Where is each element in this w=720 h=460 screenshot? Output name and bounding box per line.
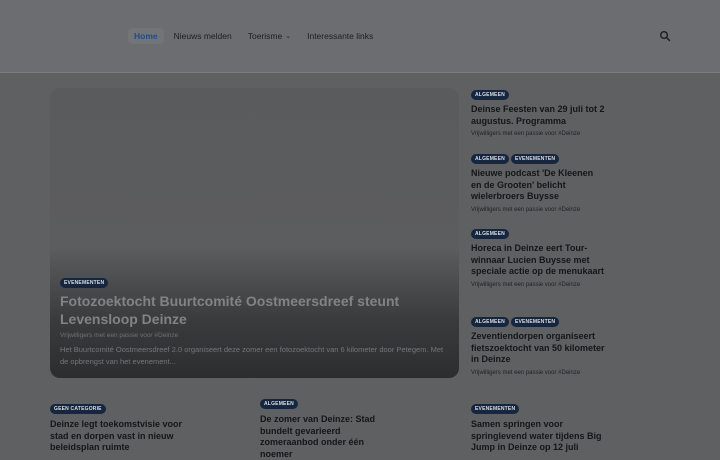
search-icon[interactable] [659, 30, 671, 42]
article-title[interactable]: Zeventiendorpen organiseert fietszoektoc… [471, 331, 606, 366]
nav-item-toerisme[interactable]: Toerisme ⌄ [242, 28, 297, 44]
article-title[interactable]: Nieuwe podcast 'De Kleenen en de Grooten… [471, 168, 606, 203]
category-badge[interactable]: EVENEMENTEN [510, 317, 560, 327]
category-badge[interactable]: ALGEMEEN [471, 154, 509, 164]
article-author: Vrijwilligers met een passie voor #Deinz… [471, 281, 581, 288]
category-badge[interactable]: ALGEMEEN [471, 90, 509, 100]
sidebar-article: ALGEMEEN Deinse Feesten van 29 juli tot … [471, 90, 606, 137]
article-author: Vrijwilligers met een passie voor #Deinz… [471, 369, 581, 376]
nav-item-nieuws-melden[interactable]: Nieuws melden [168, 28, 238, 44]
nav-item-home[interactable]: Home [128, 28, 164, 44]
nav-item-label: Interessante links [307, 31, 374, 41]
article-title[interactable]: Samen springen voor springlevend water t… [471, 419, 606, 454]
main-nav: Home Nieuws melden Toerisme ⌄ Interessant… [128, 28, 383, 44]
site-header: Home Nieuws melden Toerisme ⌄ Interessant… [0, 0, 720, 73]
article-excerpt: Het Buurtcomité Oostmeersdreef 2.0 organ… [60, 345, 444, 366]
sidebar-article: ALGEMEEN EVENEMENTEN Zeventiendorpen orga… [471, 317, 606, 376]
article-title[interactable]: Deinze legt toekomstvisie voor stad en d… [50, 419, 185, 454]
chevron-down-icon: ⌄ [285, 33, 292, 40]
featured-article[interactable]: EVENEMENTEN Fotozoektocht Buurtcomité Oo… [50, 88, 459, 378]
category-badge[interactable]: ALGEMEEN [471, 317, 509, 327]
bottom-article: GEEN CATEGORIE Deinze legt toekomstvisie… [50, 397, 185, 454]
sidebar-article: ALGEMEEN Horeca in Deinze eert Tour-winn… [471, 229, 606, 288]
nav-item-label: Home [134, 31, 158, 41]
article-author: Vrijwilligers met een passie voor #Deinz… [60, 332, 179, 339]
bottom-article: EVENEMENTEN Samen springen voor springle… [471, 397, 606, 454]
article-title[interactable]: De zomer van Deinze: Stad bundelt gevari… [260, 414, 395, 460]
category-badge[interactable]: ALGEMEEN [471, 229, 509, 239]
category-badge[interactable]: EVENEMENTEN [471, 404, 520, 414]
featured-article-title[interactable]: Fotozoektocht Buurtcomité Oostmeersdreef… [60, 292, 440, 328]
nav-item-label: Nieuws melden [173, 31, 232, 41]
category-badge[interactable]: ALGEMEEN [260, 399, 298, 409]
sidebar-article: ALGEMEEN EVENEMENTEN Nieuwe podcast 'De K… [471, 154, 606, 213]
article-title[interactable]: Horeca in Deinze eert Tour-winnaar Lucie… [471, 243, 606, 278]
category-badge[interactable]: EVENEMENTEN [510, 154, 560, 164]
article-author: Vrijwilligers met een passie voor #Deinz… [471, 131, 581, 137]
article-author: Vrijwilligers met een passie voor #Deinz… [471, 206, 581, 213]
category-badge[interactable]: GEEN CATEGORIE [50, 404, 106, 414]
article-title[interactable]: Deinse Feesten van 29 juli tot 2 augustu… [471, 104, 606, 127]
nav-item-label: Toerisme [247, 31, 283, 41]
category-badge[interactable]: EVENEMENTEN [60, 278, 109, 288]
nav-item-interessante-links[interactable]: Interessante links [301, 28, 379, 44]
